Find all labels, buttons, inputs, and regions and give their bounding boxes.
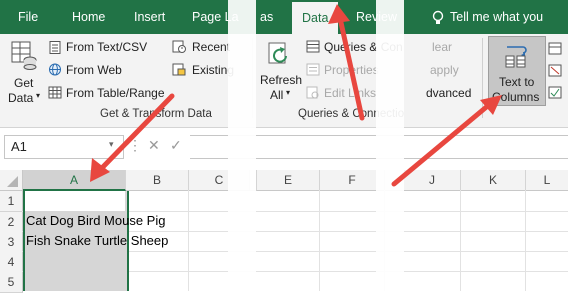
edit-links-icon	[306, 86, 319, 99]
from-text-csv-button[interactable]: From Text/CSV	[66, 40, 147, 54]
clear-filter-button[interactable]: lear	[432, 40, 452, 54]
gridline	[319, 190, 320, 291]
chevron-down-icon[interactable]: ▾	[109, 139, 114, 150]
cancel-entry-button[interactable]: ✕	[148, 137, 160, 154]
get-transform-group-label: Get & Transform Data	[100, 108, 212, 120]
text-to-columns-label-1: Text to	[499, 75, 535, 89]
get-data-label-2: Data	[8, 91, 34, 105]
tab-home[interactable]: Home	[72, 0, 105, 34]
remove-duplicates-icon	[548, 64, 562, 77]
reapply-filter-button[interactable]: apply	[430, 63, 459, 77]
globe-icon	[49, 63, 61, 76]
flash-fill-icon	[548, 42, 562, 55]
properties-button[interactable]: Properties	[324, 63, 379, 77]
row-header-2[interactable]: 2	[0, 212, 23, 233]
recent-sources-button[interactable]: Recent	[192, 40, 230, 54]
text-to-columns-label-2: Columns	[492, 90, 540, 104]
gridline	[188, 190, 189, 291]
tab-formulas[interactable]: as	[260, 0, 273, 34]
row-header-1[interactable]: 1	[0, 191, 23, 212]
name-box-value: A1	[11, 139, 27, 154]
row-header-5[interactable]: 5	[0, 272, 23, 293]
group-divider	[482, 38, 483, 118]
refresh-label-2: All	[270, 88, 284, 102]
refresh-label-1: Refresh	[260, 73, 303, 87]
recent-sources-icon	[172, 40, 186, 53]
chevron-down-icon: ▾	[36, 91, 41, 100]
select-all-corner[interactable]	[0, 170, 23, 191]
queries-icon	[306, 40, 320, 53]
image-torn-strip	[376, 0, 404, 291]
tab-insert[interactable]: Insert	[134, 0, 165, 34]
from-web-button[interactable]: From Web	[66, 63, 122, 77]
database-table-icon	[11, 41, 37, 70]
row-header-4[interactable]: 4	[0, 252, 23, 273]
data-ribbon: Get Data ▾ From Text/CSV From Web From T…	[0, 34, 568, 128]
active-cell-a1[interactable]	[25, 191, 125, 211]
text-to-columns-button[interactable]: Text to Columns	[488, 36, 546, 106]
corner-triangle-icon	[7, 176, 18, 187]
get-data-button[interactable]: Get Data ▾	[6, 38, 41, 105]
lightbulb-icon	[432, 0, 444, 34]
cell-a3[interactable]: Fish Snake Turtle Sheep	[26, 233, 168, 248]
text-file-icon	[49, 41, 61, 54]
advanced-filter-button[interactable]: dvanced	[426, 86, 471, 100]
column-header-b[interactable]: B	[126, 170, 189, 191]
chevron-down-icon: ▾	[286, 88, 291, 97]
column-header-e[interactable]: E	[257, 170, 320, 191]
column-header-l[interactable]: L	[526, 170, 568, 191]
name-box[interactable]: A1 ▾	[4, 135, 124, 159]
properties-icon	[306, 63, 320, 76]
column-header-k[interactable]: K	[461, 170, 526, 191]
tab-data[interactable]: Data	[292, 2, 339, 34]
refresh-icon	[268, 42, 287, 64]
image-torn-strip	[228, 0, 256, 291]
from-table-range-button[interactable]: From Table/Range	[66, 86, 165, 100]
text-to-columns-icon	[505, 46, 527, 68]
column-header-j-label: J	[429, 173, 435, 187]
gridline	[460, 190, 461, 291]
tell-me-search[interactable]: Tell me what you want	[450, 0, 568, 58]
more-options-icon: ⋮	[128, 137, 142, 153]
get-data-label-1: Get	[14, 76, 34, 90]
column-header-a[interactable]: A	[23, 170, 126, 191]
cell-a2[interactable]: Cat Dog Bird Mouse Pig	[26, 213, 165, 228]
data-validation-icon	[548, 86, 562, 99]
gridline	[525, 190, 526, 291]
edit-links-button[interactable]: Edit Links	[324, 86, 376, 100]
table-icon	[48, 86, 62, 99]
tab-file[interactable]: File	[18, 0, 38, 34]
ribbon-tab-bar: File Home Insert Page La as Data Review …	[0, 0, 568, 58]
row-header-3[interactable]: 3	[0, 232, 23, 253]
refresh-all-button[interactable]: Refresh All ▾	[256, 40, 303, 106]
confirm-entry-button[interactable]: ✓	[170, 137, 182, 154]
existing-connections-icon	[172, 63, 186, 76]
